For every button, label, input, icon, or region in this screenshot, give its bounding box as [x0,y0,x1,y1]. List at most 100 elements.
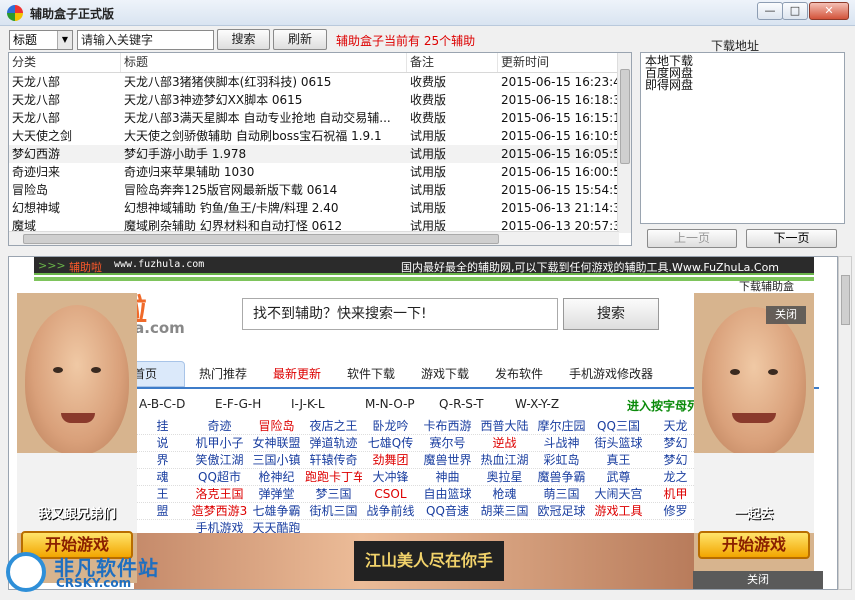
game-link[interactable]: 萌三国 [533,486,590,502]
table-row[interactable]: 天龙八部 天龙八部3满天星脚本 自动专业抢地 自动交易辅... 收费版 2015-06… [9,109,631,127]
right-popup-ad[interactable]: 关闭 一起去 开始游戏 [694,293,814,583]
game-link[interactable]: 奇迹 [191,418,248,434]
left-popup-ad[interactable]: 我又跟兄弟们 开始游戏 [17,293,137,583]
game-link[interactable]: 游戏工具 [590,503,647,519]
table-row[interactable]: 冒险岛 冒险岛奔奔125版官网最新版下载 0614 试用版 2015-06-15 15… [9,181,631,199]
table-vertical-scrollbar[interactable] [617,53,631,233]
letter-index-enter[interactable]: 进入按字母列 [627,397,699,414]
banner-url[interactable]: www.fuzhula.com [114,259,204,270]
letter-group-qrst[interactable]: Q-R-S-T [439,397,483,411]
game-link[interactable]: 轩辕传奇 [305,452,362,468]
web-vertical-scrollbar[interactable] [838,256,852,590]
game-link[interactable]: QQ音速 [419,503,476,519]
game-link[interactable]: 王 [134,486,191,502]
banner-site-name[interactable]: 辅助啦 [69,259,102,275]
minimize-button[interactable]: — [757,2,783,20]
nav-games[interactable]: 游戏下载 [421,365,469,382]
game-link[interactable]: 魔兽争霸 [533,469,590,485]
chevron-down-icon[interactable]: ▼ [57,31,72,49]
game-link[interactable]: 说 [134,435,191,451]
game-link[interactable]: 笑傲江湖 [191,452,248,468]
table-row[interactable]: 奇迹归来 奇迹归来苹果辅助 1030 试用版 2015-06-15 16:00:54 [9,163,631,181]
game-link[interactable]: 热血江湖 [476,452,533,468]
letter-group-wxyz[interactable]: W-X-Y-Z [515,397,559,411]
right-ad-close-button[interactable]: 关闭 [766,306,806,324]
game-link[interactable]: 神曲 [419,469,476,485]
table-row[interactable]: 天龙八部 天龙八部3猪猪侠脚本(红羽科技) 0615 收费版 2015-06-15 1… [9,73,631,91]
table-horizontal-scrollbar[interactable] [9,231,619,245]
table-row[interactable]: 大天使之剑 大天使之剑骄傲辅助 自动刷boss宝石祝福 1.9.1 试用版 2015-… [9,127,631,145]
refresh-button[interactable]: 刷新 [273,29,327,50]
game-link[interactable]: 洛克王国 [191,486,248,502]
site-search-input[interactable]: 找不到辅助？快来搜索一下! [242,298,558,330]
table-row[interactable]: 天龙八部 天龙八部3神迹梦幻XX脚本 0615 收费版 2015-06-15 16:1… [9,91,631,109]
game-link[interactable]: CSOL [362,486,419,502]
game-link[interactable]: 造梦西游3 [191,503,248,519]
game-link[interactable]: QQ三国 [590,418,647,434]
game-link[interactable]: 自由篮球 [419,486,476,502]
game-link[interactable]: 女神联盟 [248,435,305,451]
game-link[interactable]: 街机三国 [305,503,362,519]
scroll-thumb[interactable] [23,234,499,244]
game-link[interactable]: 卧龙吟 [362,418,419,434]
bottom-ad-close-button[interactable]: 关闭 [693,571,823,589]
letter-group-ijkl[interactable]: I-J-K-L [291,397,325,411]
game-link[interactable]: 赛尔号 [419,435,476,451]
game-link[interactable]: 欧冠足球 [533,503,590,519]
game-link[interactable]: 大闹天宫 [590,486,647,502]
game-link[interactable]: 劲舞团 [362,452,419,468]
game-link[interactable]: 胡莱三国 [476,503,533,519]
game-link[interactable]: 魂 [134,469,191,485]
game-link[interactable]: 摩尔庄园 [533,418,590,434]
game-link[interactable]: 三国小镇 [248,452,305,468]
game-link[interactable]: 逆战 [476,435,533,451]
game-link[interactable]: QQ超市 [191,469,248,485]
nav-software[interactable]: 软件下载 [347,365,395,382]
game-link[interactable]: 街头篮球 [590,435,647,451]
game-link[interactable]: 奥拉星 [476,469,533,485]
next-page-button[interactable]: 下一页 [746,229,837,248]
close-button[interactable]: ✕ [809,2,849,20]
game-link[interactable]: 武尊 [590,469,647,485]
game-link[interactable]: 弹弹堂 [248,486,305,502]
column-header-note[interactable]: 备注 [407,53,498,72]
game-link[interactable]: 挂 [134,418,191,434]
search-button[interactable]: 搜索 [217,29,270,50]
game-link[interactable]: 魔兽世界 [419,452,476,468]
nav-hot[interactable]: 热门推荐 [199,365,247,382]
game-link[interactable]: 弹道轨迹 [305,435,362,451]
game-link[interactable]: 枪神纪 [248,469,305,485]
game-link[interactable]: 大冲锋 [362,469,419,485]
game-link[interactable]: 七雄Q传 [362,435,419,451]
nav-mobile-trainer[interactable]: 手机游戏修改器 [569,365,653,382]
game-link[interactable]: 卡布西游 [419,418,476,434]
column-header-title[interactable]: 标题 [121,53,407,72]
scroll-thumb[interactable] [841,275,850,325]
scroll-thumb[interactable] [620,69,630,164]
game-link[interactable]: 盟 [134,503,191,519]
download-helper-box-link[interactable]: 下载辅助盒 [739,278,794,294]
site-search-button[interactable]: 搜索 [563,298,659,330]
search-field-select[interactable]: 标题 ▼ [9,30,73,50]
download-item-jide[interactable]: 即得网盘 [645,79,840,91]
maximize-button[interactable]: □ [782,2,808,20]
column-header-category[interactable]: 分类 [9,53,121,72]
middle-ad-banner[interactable]: 江山美人尽在你手 [134,533,702,589]
table-row[interactable]: 梦幻西游 梦幻手游小助手 1.978 试用版 2015-06-15 16:05:51 [9,145,631,163]
game-link[interactable]: 枪魂 [476,486,533,502]
search-input[interactable]: 请输入关键字 [77,30,214,50]
letter-group-abcd[interactable]: A-B-C-D [139,397,185,411]
game-link[interactable]: 冒险岛 [248,418,305,434]
prev-page-button[interactable]: 上一页 [647,229,737,248]
right-ad-start-game-button[interactable]: 开始游戏 [698,531,810,559]
game-link[interactable]: 彩虹岛 [533,452,590,468]
game-link[interactable]: 机甲小子 [191,435,248,451]
game-link[interactable]: 界 [134,452,191,468]
game-link[interactable]: 斗战神 [533,435,590,451]
game-link[interactable]: 梦三国 [305,486,362,502]
game-link[interactable]: 七雄争霸 [248,503,305,519]
game-link[interactable]: 夜店之王 [305,418,362,434]
game-link[interactable]: 西普大陆 [476,418,533,434]
column-header-updated[interactable]: 更新时间 [498,53,618,72]
letter-group-mnop[interactable]: M-N-O-P [365,397,415,411]
